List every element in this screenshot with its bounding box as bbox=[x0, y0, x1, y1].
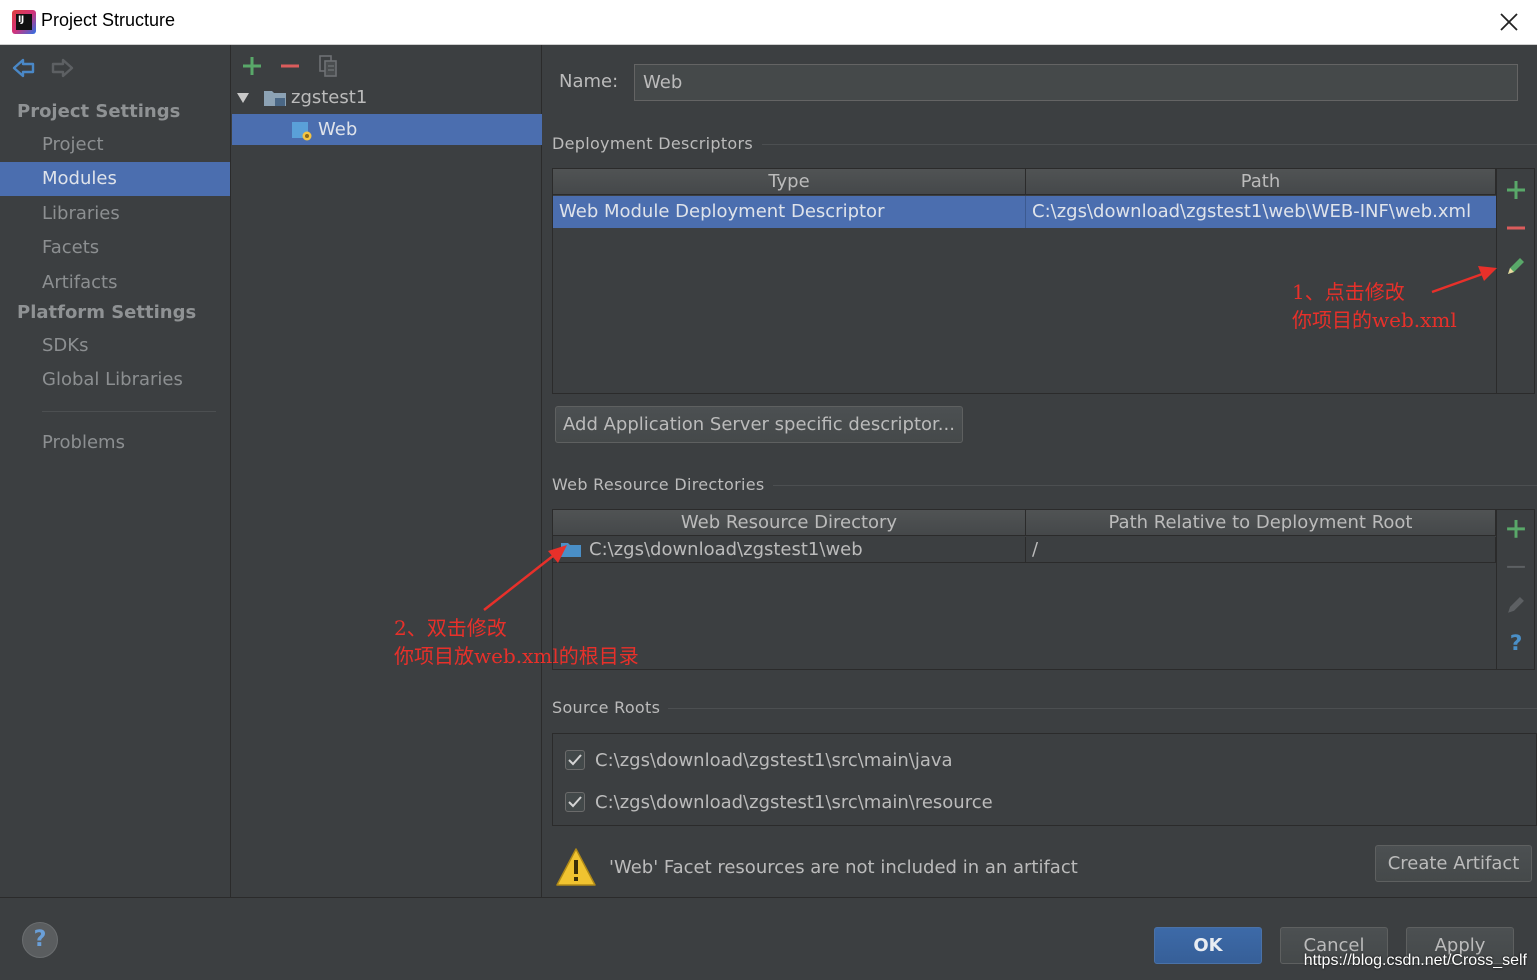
source-roots-title: Source Roots bbox=[552, 698, 661, 717]
relative-path-cell: / bbox=[1026, 537, 1496, 563]
sidebar-item-facets[interactable]: Facets bbox=[0, 231, 230, 265]
name-input[interactable]: Web bbox=[634, 64, 1518, 101]
folder-icon bbox=[561, 543, 581, 557]
tree-label-web: Web bbox=[318, 119, 358, 140]
group-separator bbox=[762, 144, 1537, 145]
close-icon[interactable] bbox=[1495, 8, 1523, 36]
descriptor-tools bbox=[1497, 168, 1535, 394]
source-root-checkbox[interactable] bbox=[565, 792, 585, 812]
module-tree-pane: zgstest1 Web bbox=[232, 45, 542, 897]
facet-details-pane: Name: Web Deployment Descriptors Type Pa… bbox=[543, 45, 1537, 897]
annotation-line: 1、点击修改 bbox=[1292, 280, 1405, 304]
checkmark-icon bbox=[568, 754, 582, 766]
name-label: Name: bbox=[559, 71, 619, 92]
resource-tools: ? bbox=[1497, 509, 1535, 670]
group-separator bbox=[668, 708, 1537, 709]
list-item[interactable]: C:\zgs\download\zgstest1\src\main\resour… bbox=[565, 788, 993, 816]
edit-pencil-icon[interactable] bbox=[1505, 255, 1527, 277]
sidebar-item-project[interactable]: Project bbox=[0, 128, 230, 162]
sidebar-item-artifacts[interactable]: Artifacts bbox=[0, 266, 230, 300]
sidebar-item-global-libraries[interactable]: Global Libraries bbox=[0, 363, 230, 397]
table-header: Web Resource Directory Path Relative to … bbox=[553, 510, 1496, 536]
platform-settings-header: Platform Settings bbox=[17, 302, 197, 323]
watermark-text: https://blog.csdn.net/Cross_self bbox=[1303, 952, 1527, 969]
resource-directory-cell: C:\zgs\download\zgstest1\web bbox=[553, 537, 1026, 563]
window-title: Project Structure bbox=[41, 10, 176, 30]
group-separator bbox=[773, 485, 1537, 486]
warning-icon bbox=[556, 848, 596, 886]
source-root-path: C:\zgs\download\zgstest1\src\main\java bbox=[595, 749, 953, 771]
table-header: Type Path bbox=[553, 169, 1496, 195]
help-button[interactable]: ? bbox=[22, 922, 58, 958]
history-nav bbox=[12, 57, 74, 81]
ok-button[interactable]: OK bbox=[1154, 927, 1262, 964]
create-artifact-button[interactable]: Create Artifact bbox=[1375, 845, 1532, 882]
sidebar-item-sdks[interactable]: SDKs bbox=[0, 329, 230, 363]
source-root-checkbox[interactable] bbox=[565, 750, 585, 770]
annotation-edit-resource-root: 2、双击修改 你项目放web.xml的根目录 bbox=[394, 614, 639, 670]
back-arrow-icon[interactable] bbox=[12, 57, 36, 79]
expand-triangle-icon[interactable] bbox=[236, 92, 250, 104]
column-header-type[interactable]: Type bbox=[553, 169, 1026, 195]
column-header-relative-path[interactable]: Path Relative to Deployment Root bbox=[1026, 510, 1496, 536]
sidebar-divider bbox=[42, 411, 216, 412]
column-header-path[interactable]: Path bbox=[1026, 169, 1496, 195]
remove-resource-icon[interactable] bbox=[1505, 556, 1527, 578]
tree-node-web[interactable]: Web bbox=[232, 114, 542, 145]
settings-sidebar: Project Settings Project Modules Librari… bbox=[0, 45, 231, 897]
sidebar-item-modules[interactable]: Modules bbox=[0, 162, 230, 196]
source-root-path: C:\zgs\download\zgstest1\src\main\resour… bbox=[595, 791, 993, 813]
tree-label-root: zgstest1 bbox=[291, 87, 368, 108]
table-row[interactable]: Web Module Deployment Descriptor C:\zgs\… bbox=[553, 196, 1496, 228]
tree-node-zgstest1[interactable]: zgstest1 bbox=[232, 82, 542, 113]
remove-descriptor-icon[interactable] bbox=[1505, 217, 1527, 239]
tree-toolbar bbox=[240, 51, 340, 81]
descriptor-type-cell: Web Module Deployment Descriptor bbox=[553, 196, 1026, 228]
module-folder-icon bbox=[264, 91, 286, 106]
web-resource-table[interactable]: Web Resource Directory Path Relative to … bbox=[552, 509, 1497, 670]
add-descriptor-icon[interactable] bbox=[1505, 179, 1527, 201]
artifact-warning: 'Web' Facet resources are not included i… bbox=[555, 845, 1078, 889]
column-header-directory[interactable]: Web Resource Directory bbox=[553, 510, 1026, 536]
annotation-line: 你项目的web.xml bbox=[1292, 308, 1457, 332]
help-question-icon[interactable]: ? bbox=[1505, 631, 1527, 653]
add-resource-icon[interactable] bbox=[1505, 518, 1527, 540]
resource-directory-path: C:\zgs\download\zgstest1\web bbox=[589, 539, 863, 560]
web-resource-directories-title: Web Resource Directories bbox=[552, 475, 765, 494]
title-bar: IJ Project Structure bbox=[0, 0, 1537, 45]
remove-icon[interactable] bbox=[278, 54, 302, 78]
intellij-app-icon: IJ bbox=[12, 10, 36, 34]
annotation-line: 2、双击修改 bbox=[394, 616, 507, 640]
deployment-descriptors-title: Deployment Descriptors bbox=[552, 134, 754, 153]
sidebar-item-problems[interactable]: Problems bbox=[0, 426, 230, 460]
warning-text: 'Web' Facet resources are not included i… bbox=[609, 856, 1078, 878]
copy-icon[interactable] bbox=[316, 54, 340, 78]
sidebar-item-libraries[interactable]: Libraries bbox=[0, 197, 230, 231]
descriptor-path-cell: C:\zgs\download\zgstest1\web\WEB-INF\web… bbox=[1032, 201, 1472, 222]
annotation-edit-descriptor: 1、点击修改 你项目的web.xml bbox=[1292, 278, 1457, 334]
source-roots-list: C:\zgs\download\zgstest1\src\main\java C… bbox=[552, 733, 1537, 826]
annotation-line: 你项目放web.xml的根目录 bbox=[394, 644, 639, 668]
checkmark-icon bbox=[568, 796, 582, 808]
list-item[interactable]: C:\zgs\download\zgstest1\src\main\java bbox=[565, 746, 953, 774]
table-row[interactable]: C:\zgs\download\zgstest1\web / bbox=[553, 537, 1496, 569]
web-facet-icon bbox=[292, 122, 312, 141]
add-icon[interactable] bbox=[240, 54, 264, 78]
edit-resource-pencil-icon[interactable] bbox=[1505, 594, 1527, 616]
add-server-descriptor-button[interactable]: Add Application Server specific descript… bbox=[555, 406, 963, 443]
project-settings-header: Project Settings bbox=[17, 101, 181, 122]
forward-arrow-icon[interactable] bbox=[50, 57, 74, 79]
svg-text:?: ? bbox=[1509, 631, 1522, 653]
